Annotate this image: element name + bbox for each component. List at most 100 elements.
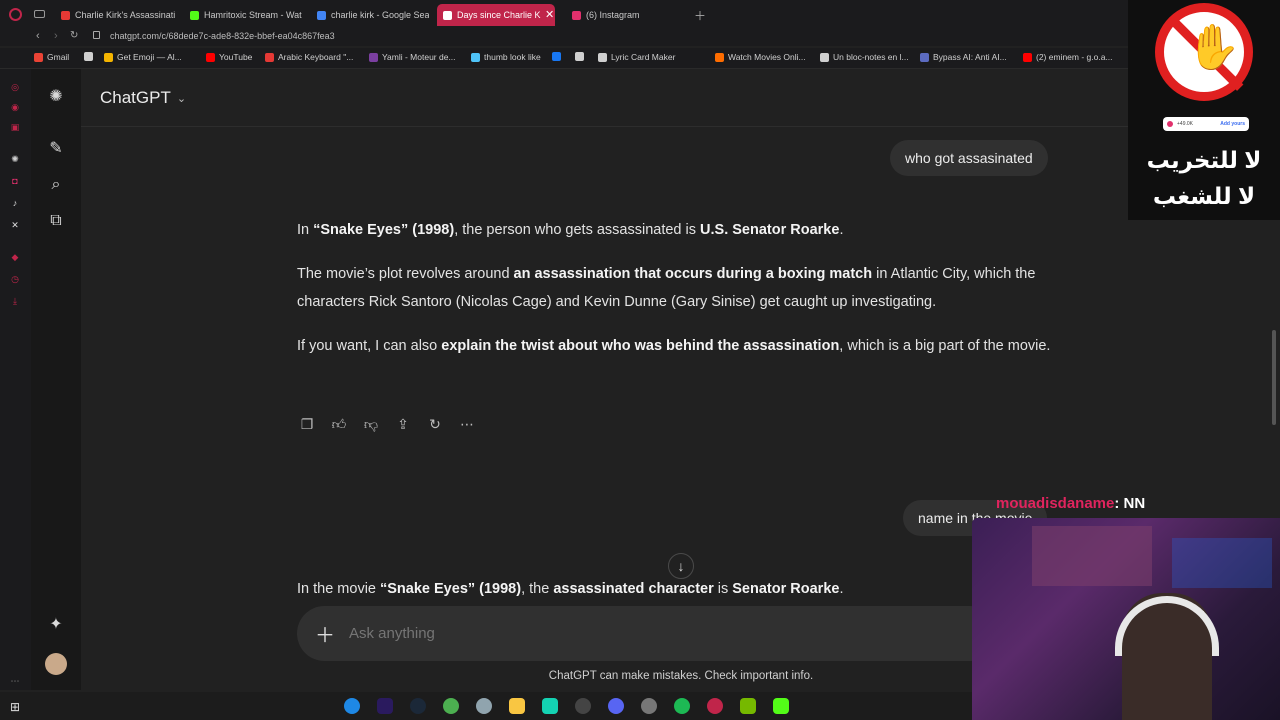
steam-icon[interactable] [410, 698, 426, 714]
bookmark-item[interactable]: (2) eminem - g.o.a... [1023, 52, 1113, 62]
stream-overlay-panel: ✋ +49.0K Add yours لا للتخريب لا للشغب [1128, 0, 1280, 220]
app-icon[interactable] [476, 698, 492, 714]
browser-tab[interactable]: Charlie Kirk's Assassinati [55, 4, 175, 26]
bookmark-item[interactable] [84, 52, 93, 61]
edge-icon[interactable] [344, 698, 360, 714]
thumbs-up-icon[interactable]: 👍︎ [329, 414, 349, 434]
browser-tab[interactable]: (6) Instagram [566, 4, 666, 26]
bookmark-item[interactable]: thumb look like [471, 52, 541, 62]
capcut-icon[interactable] [542, 698, 558, 714]
instagram-icon[interactable]: ◘ [9, 175, 21, 187]
discord-icon[interactable] [608, 698, 624, 714]
text-run: In [297, 222, 314, 238]
back-icon[interactable]: ‹ [36, 30, 40, 42]
thumbs-down-icon[interactable]: 👎︎ [361, 414, 381, 434]
bookmark-label: Lyric Card Maker [611, 52, 676, 62]
history-icon[interactable]: ◷ [9, 273, 21, 285]
nvidia-icon[interactable] [740, 698, 756, 714]
text-run: In the movie [297, 581, 381, 597]
text-run: , the person who gets assassinated is [454, 222, 701, 238]
kick-icon[interactable] [773, 698, 789, 714]
bookmark-item[interactable]: Get Emoji — Al... [104, 52, 182, 62]
regenerate-icon[interactable]: ↻ [425, 414, 445, 434]
url-field[interactable]: chatgpt.com/c/68dede7c-ade8-832e-bbef-ea… [110, 31, 335, 41]
answer-paragraph-3: If you want, I can also explain the twis… [297, 332, 1067, 360]
avatar[interactable] [45, 653, 67, 675]
prompt-input[interactable] [349, 620, 949, 646]
premiere-icon[interactable] [377, 698, 393, 714]
header-divider [81, 126, 1128, 127]
new-chat-icon[interactable]: ✎ [46, 139, 66, 159]
tab-switcher-icon[interactable] [34, 10, 45, 18]
model-selector[interactable]: ChatGPT ⌄ [100, 88, 186, 108]
chatgpt-logo-icon[interactable]: ✺ [46, 87, 66, 107]
x-icon[interactable]: ✕ [9, 219, 21, 231]
bookmark-favicon-icon [715, 52, 724, 62]
bookmark-label: Get Emoji — Al... [117, 52, 182, 62]
scrollbar[interactable] [1272, 330, 1276, 425]
downloads-icon[interactable]: ⤓ [9, 295, 21, 307]
text-run: , the [521, 581, 554, 597]
whatsapp-icon[interactable]: ▣ [9, 121, 21, 133]
tab-label: charlie kirk - Google Sear [331, 10, 429, 20]
tiktok-icon[interactable]: ♪ [9, 197, 21, 209]
more-icon[interactable]: ⋯ [9, 675, 21, 687]
tab-label: (6) Instagram [586, 10, 640, 20]
bookmark-item[interactable]: YouTube [206, 52, 252, 62]
opera-ai-icon[interactable]: ◎ [9, 81, 21, 93]
chatgpt-sidebar-icon[interactable]: ✺ [9, 153, 21, 165]
text-run: . [839, 222, 844, 238]
share-icon[interactable]: ⇪ [393, 414, 413, 434]
opera-icon[interactable] [707, 698, 723, 714]
reload-icon[interactable]: ↻ [70, 30, 78, 41]
bookmark-item[interactable] [552, 52, 561, 61]
windows-start-icon[interactable]: ⊞ [10, 700, 20, 714]
forward-icon[interactable]: › [54, 30, 58, 42]
bookmark-item[interactable]: Un bloc-notes en l... [820, 52, 909, 62]
no-hand-sign-icon: ✋ [1155, 3, 1253, 101]
library-icon[interactable]: ⧉ [46, 211, 66, 231]
add-yours-badge: +49.0K Add yours [1163, 117, 1249, 131]
bookmark-favicon-icon [84, 52, 93, 61]
text-run: The movie’s plot revolves around [297, 266, 514, 282]
answer-paragraph-2: The movie’s plot revolves around an assa… [297, 260, 1067, 316]
bookmark-item[interactable]: Watch Movies Onli... [715, 52, 806, 62]
browser-tab[interactable]: charlie kirk - Google Sear [311, 4, 429, 26]
bold-text: “Snake Eyes” (1998) [313, 222, 455, 238]
pinboard-icon[interactable]: ◆ [9, 251, 21, 263]
hand-icon: ✋ [1186, 23, 1241, 72]
bookmark-favicon-icon [820, 52, 829, 62]
bold-text: U.S. Senator Roarke [700, 222, 840, 238]
file-explorer-icon[interactable] [509, 698, 525, 714]
opera-logo-icon[interactable] [9, 8, 22, 21]
app-title: ChatGPT [100, 88, 171, 107]
chrome-icon[interactable] [443, 698, 459, 714]
bookmark-item[interactable]: Arabic Keyboard "... [265, 52, 353, 62]
close-tab-icon[interactable]: ✕ [545, 8, 554, 21]
plus-icon[interactable]: ＋ [315, 619, 335, 648]
bookmark-item[interactable]: Bypass AI: Anti AI... [920, 52, 1007, 62]
bookmark-item[interactable]: Lyric Card Maker [598, 52, 675, 62]
browser-tab[interactable]: Days since Charlie K [437, 4, 555, 26]
spotify-icon[interactable] [674, 698, 690, 714]
tab-favicon-icon [190, 10, 199, 20]
bookmark-item[interactable] [575, 52, 584, 61]
sparkle-icon[interactable]: ✦ [46, 615, 66, 635]
bookmark-item[interactable]: Yamli - Moteur de... [369, 52, 456, 62]
obs-icon[interactable] [575, 698, 591, 714]
composer: ＋ [297, 606, 997, 661]
bold-text: an assassination that occurs during a bo… [513, 266, 873, 282]
copy-icon[interactable]: ❐ [297, 414, 317, 434]
app-icon[interactable] [641, 698, 657, 714]
browser-tab[interactable]: Hamritoxic Stream - Watc [184, 4, 302, 26]
search-icon[interactable]: ⌕ [46, 175, 66, 195]
bookmark-item[interactable]: Gmail [34, 52, 69, 62]
more-options-icon[interactable]: ⋯ [457, 414, 477, 434]
new-tab-icon[interactable]: ＋ [694, 7, 706, 24]
bookmark-favicon-icon [369, 52, 378, 62]
bookmark-label: (2) eminem - g.o.a... [1036, 52, 1113, 62]
webcam-overlay [972, 518, 1280, 720]
address-bar: ‹ › ↻ chatgpt.com/c/68dede7c-ade8-832e-b… [0, 28, 1128, 46]
messenger-icon[interactable]: ◉ [9, 101, 21, 113]
tab-favicon-icon [317, 10, 326, 20]
